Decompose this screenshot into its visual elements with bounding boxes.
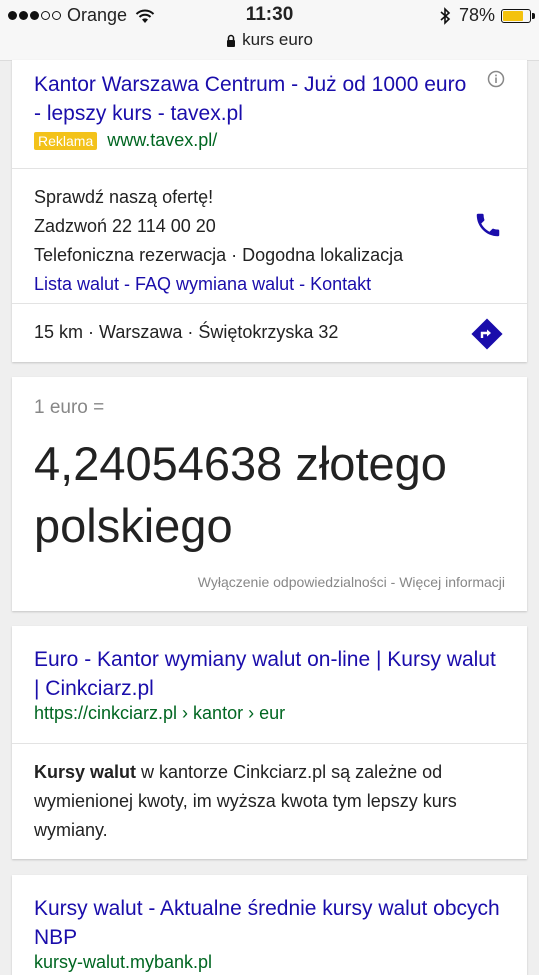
ad-card: Kantor Warszawa Centrum - Już od 1000 eu… (12, 60, 527, 362)
result-url: https://cinkciarz.pl › kantor › eur (34, 703, 286, 723)
ad-label-row: Reklama www.tavex.pl/ (34, 130, 217, 151)
divider (12, 168, 527, 169)
lock-icon (227, 34, 236, 47)
url-text: kurs euro (242, 30, 313, 49)
directions-icon[interactable] (471, 318, 503, 350)
converter-disclaimer[interactable]: Wyłączenie odpowiedzialności - Więcej in… (198, 574, 505, 590)
snippet-bold: Kursy walut (34, 762, 137, 782)
ad-address: 15 km · Warszawa · Świętokrzyska 32 (34, 322, 339, 342)
ad-line-1: Sprawdź naszą ofertę! (34, 187, 214, 207)
ad-url: www.tavex.pl/ (107, 130, 218, 150)
result-url: kursy-walut.mybank.pl (34, 952, 213, 972)
ad-line-3: Telefoniczna rezerwacja · Dogodna lokali… (34, 245, 404, 265)
result-snippet: Kursy walut w kantorze Cinkciarz.pl są z… (34, 758, 504, 845)
ad-description: Sprawdź naszą ofertę! Zadzwoń 22 114 00 … (34, 183, 464, 299)
ad-title-link[interactable]: Kantor Warszawa Centrum - Już od 1000 eu… (34, 70, 474, 128)
divider (12, 303, 527, 304)
search-result: Kursy walut - Aktualne średnie kursy wal… (12, 875, 527, 975)
info-icon[interactable] (487, 70, 505, 88)
ad-badge: Reklama (34, 131, 98, 150)
result-title-link[interactable]: Kursy walut - Aktualne średnie kursy wal… (34, 894, 504, 952)
divider (12, 743, 527, 744)
battery-area: 78% (439, 5, 535, 26)
battery-icon (501, 8, 535, 23)
bluetooth-icon (440, 6, 451, 25)
result-title-link[interactable]: Euro - Kantor wymiany walut on-line | Ku… (34, 645, 504, 703)
converter-result: 4,24054638 złotego polskiego (34, 437, 447, 552)
ad-sitelinks[interactable]: Lista walut - FAQ wymiana walut - Kontak… (34, 270, 464, 299)
search-result: Euro - Kantor wymiany walut on-line | Ku… (12, 626, 527, 859)
ad-line-2: Zadzwoń 22 114 00 20 (34, 216, 216, 236)
status-bar: Orange 11:30 78% kurs euro (0, 0, 539, 61)
converter-from: 1 euro = (34, 397, 105, 418)
phone-icon[interactable] (473, 210, 503, 240)
url-bar[interactable]: kurs euro (0, 30, 539, 50)
currency-converter-card: 1 euro = 4,24054638 złotego polskiego Wy… (12, 377, 527, 611)
battery-percent: 78% (458, 5, 495, 25)
